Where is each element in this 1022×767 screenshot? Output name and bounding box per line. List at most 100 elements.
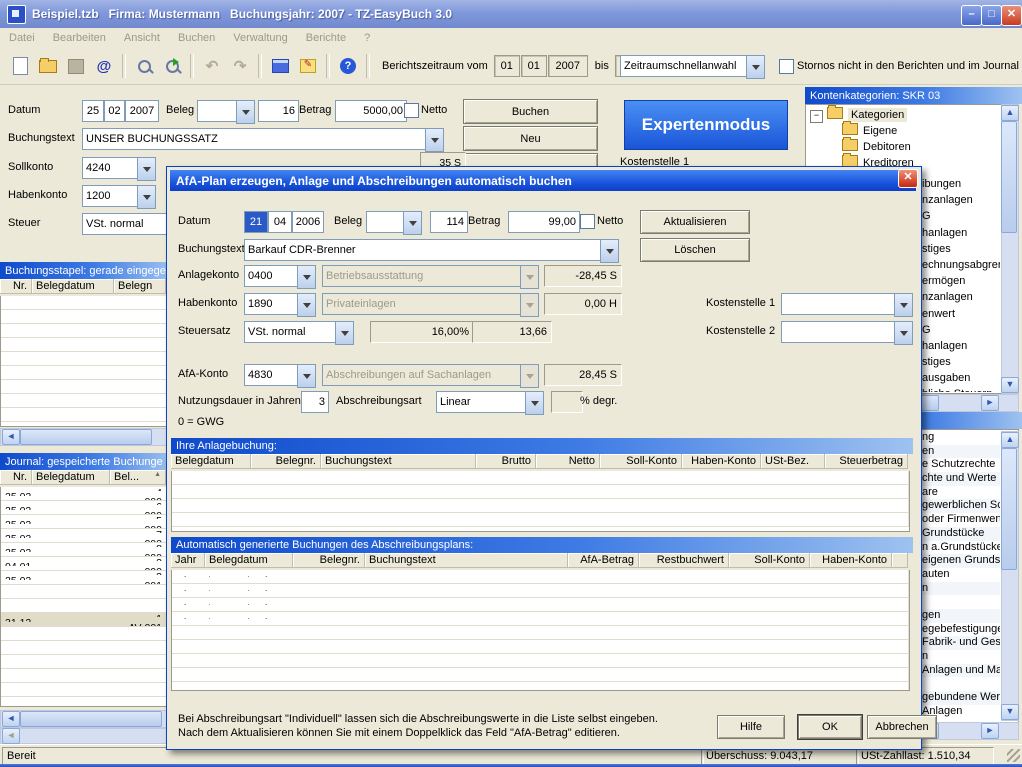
list-item-fragment[interactable]: gewerblichen Sc	[922, 499, 1000, 513]
list-item-fragment[interactable]: n	[922, 582, 1000, 596]
menu-datei[interactable]: Datei	[0, 30, 44, 46]
table-row[interactable]: 825.02000	[1, 543, 167, 557]
table-row[interactable]	[1, 352, 167, 366]
anlagekonto-field[interactable]: 0400	[244, 265, 304, 287]
steuer-field[interactable]: VSt. normal	[82, 213, 172, 235]
calculator-icon[interactable]	[268, 54, 292, 78]
stornos-checkbox[interactable]	[779, 59, 794, 74]
table-row[interactable]	[1, 585, 167, 599]
table-row[interactable]	[172, 654, 909, 668]
quick-period-arrow-icon[interactable]	[746, 55, 765, 79]
list-item-fragment[interactable]: nzanlagen	[922, 192, 1000, 208]
edit-note-icon[interactable]: ✎	[296, 54, 320, 78]
buchungstext-field[interactable]: UNSER BUCHUNGSSATZ	[82, 128, 432, 150]
menu-bearbeiten[interactable]: Bearbeiten	[44, 30, 115, 46]
dlg-datum-day-field[interactable]: 21	[244, 211, 268, 233]
table-row[interactable]	[1, 683, 167, 697]
datum-day-field[interactable]: 25	[82, 100, 104, 122]
col-brutto[interactable]: Brutto	[476, 454, 536, 469]
afakonto-field[interactable]: 4830	[244, 364, 304, 386]
list-item-fragment[interactable]: eigenen Grundst	[922, 554, 1000, 568]
table-row[interactable]	[1, 338, 167, 352]
table-row[interactable]: 21.0400114AV 00114 - Barkauf CDR-B...99,…	[172, 471, 909, 485]
table-row[interactable]: 525.02000	[1, 515, 167, 529]
list-item-fragment[interactable]: G	[922, 322, 1000, 338]
dlg-datum-month-field[interactable]: 04	[268, 211, 292, 233]
search-icon[interactable]	[132, 54, 156, 78]
anlagekonto-arrow-icon[interactable]	[297, 265, 316, 289]
steuersatz-field[interactable]: VSt. normal	[244, 321, 342, 343]
tree-root-kategorien[interactable]: −Kategorien	[810, 107, 907, 123]
aktualisieren-button[interactable]: Aktualisieren	[640, 210, 750, 234]
nutzungsdauer-field[interactable]: 3	[301, 391, 329, 413]
datum-year-field[interactable]: 2007	[125, 100, 159, 122]
col-sollkonto[interactable]: Soll-Konto	[729, 553, 810, 568]
loeschen-button[interactable]: Löschen	[640, 238, 750, 262]
col-nr[interactable]: Nr.	[0, 470, 32, 485]
neu-button[interactable]: Neu	[463, 126, 598, 151]
list-item-fragment[interactable]: bliche Steuern	[922, 386, 1000, 392]
table-row[interactable]	[172, 640, 909, 654]
table-row[interactable]	[1, 324, 167, 338]
beleg-arrow-icon[interactable]	[236, 100, 255, 124]
list-item-fragment[interactable]: egebefestigunge	[922, 623, 1000, 637]
table-row[interactable]	[1, 669, 167, 683]
new-file-icon[interactable]	[8, 54, 32, 78]
abschreibungsart-select[interactable]: Linear	[436, 391, 532, 413]
dlg-netto-checkbox[interactable]	[580, 214, 595, 229]
table-row[interactable]: 200831.12AV 00114AfA 03/04 - Barkauf CDR…	[172, 598, 909, 612]
col-netto[interactable]: Netto	[536, 454, 600, 469]
stack-hscrollbar[interactable]: ◄	[0, 428, 168, 446]
list-item-fragment[interactable]: gen	[922, 609, 1000, 623]
col-afa-betrag[interactable]: AfA-Betrag	[568, 553, 639, 568]
list-item-fragment[interactable]	[922, 595, 1000, 609]
table-row[interactable]: 625.02000	[1, 501, 167, 515]
kostenstelle1-arrow-icon[interactable]	[894, 293, 913, 317]
table-row[interactable]: 725.02000	[1, 529, 167, 543]
col-beleg[interactable]: Bel... ▲	[110, 470, 166, 485]
list-item-fragment[interactable]: chte und Werte	[922, 472, 1000, 486]
maximize-button[interactable]: □	[981, 5, 1002, 26]
list-item-fragment[interactable]: Grundstücke	[922, 527, 1000, 541]
table-row[interactable]: 204.01000	[1, 557, 167, 571]
list-item-fragment[interactable]: are	[922, 486, 1000, 500]
table-row[interactable]	[1, 599, 167, 613]
table-row[interactable]	[172, 513, 909, 527]
list-item-fragment[interactable]: nzanlagen	[922, 289, 1000, 305]
list-item-fragment[interactable]: n a.Grundstücke	[922, 541, 1000, 555]
col-ustbez[interactable]: USt-Bez.	[761, 454, 825, 469]
table-row[interactable]	[172, 682, 909, 691]
table-row[interactable]	[1, 310, 167, 324]
kostenstelle2-arrow-icon[interactable]	[894, 321, 913, 345]
ok-button[interactable]: OK	[798, 715, 862, 739]
list-item-fragment[interactable]: oder Firmenwert	[922, 513, 1000, 527]
col-habenkonto[interactable]: Haben-Konto	[682, 454, 761, 469]
list-item-fragment[interactable]: stiges	[922, 241, 1000, 257]
expertenmodus-button[interactable]: Expertenmodus	[624, 100, 788, 150]
dlg-betrag-field[interactable]: 99,00	[508, 211, 580, 233]
dlg-habenkonto-field[interactable]: 1890	[244, 293, 304, 315]
dialog-close-icon[interactable]: ✕	[898, 169, 918, 188]
habenkonto-field[interactable]: 1200	[82, 185, 144, 207]
list-item-fragment[interactable]: ng	[922, 431, 1000, 445]
abbrechen-button[interactable]: Abbrechen	[867, 715, 937, 739]
quick-period-select[interactable]: Zeitraumschnellanwahl	[620, 55, 754, 77]
table-row[interactable]	[1, 296, 167, 310]
journal-hscrollbar[interactable]: ◄	[0, 710, 168, 728]
table-row[interactable]	[1, 641, 167, 655]
col-belegnr[interactable]: Belegnr.	[251, 454, 321, 469]
col-steuerbetrag[interactable]: Steuerbetrag	[825, 454, 908, 469]
table-row[interactable]: 200731.12AV 00114AfA 02/04 - Barkauf CDR…	[172, 584, 909, 598]
steuersatz-arrow-icon[interactable]	[335, 321, 354, 345]
col-habenkonto[interactable]: Haben-Konto	[810, 553, 892, 568]
list-item-fragment[interactable]	[922, 677, 1000, 691]
col-belegdatum[interactable]: Belegdatum	[171, 454, 251, 469]
col-nr[interactable]: Nr.	[0, 279, 32, 294]
table-row[interactable]: 131.12AV 001	[1, 613, 167, 627]
table-row[interactable]: 200631.12AV 00114AfA 01/04 - Barkauf CDR…	[172, 570, 909, 584]
table-row[interactable]	[172, 485, 909, 499]
dlg-habenkonto-arrow-icon[interactable]	[297, 293, 316, 317]
col-belegdatum[interactable]: Belegdatum	[205, 553, 293, 568]
col-buchungstext[interactable]: Buchungstext	[321, 454, 476, 469]
dlg-buchungstext-arrow-icon[interactable]	[600, 239, 619, 263]
